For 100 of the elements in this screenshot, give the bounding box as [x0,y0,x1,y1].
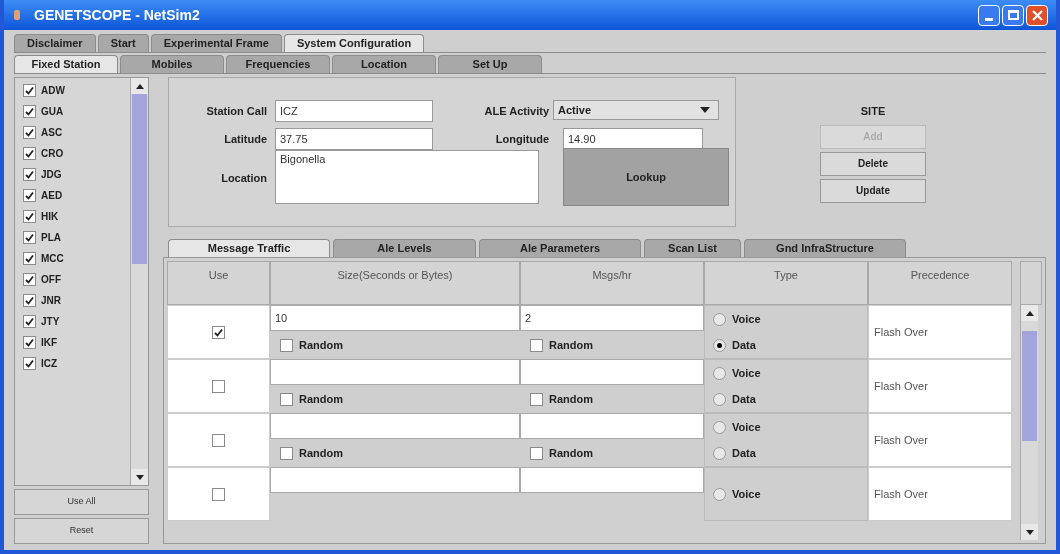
value-field[interactable] [520,413,704,439]
checkbox[interactable] [212,433,225,447]
checkbox[interactable] [23,210,36,223]
radio-button[interactable] [713,487,726,501]
scrollbar[interactable] [1020,305,1038,540]
radio-button[interactable] [713,392,726,406]
close-button[interactable] [1026,4,1048,26]
station-label: JDG [41,168,62,182]
radio-button[interactable] [713,446,726,460]
checkbox[interactable] [23,294,36,307]
field-label: Longitude [494,131,549,147]
tab[interactable]: Ale Parameters [479,239,641,257]
value-field[interactable] [270,413,520,439]
scroll-down-icon[interactable] [131,469,148,485]
checkbox[interactable] [23,231,36,244]
station-label: JNR [41,294,61,308]
tab[interactable]: Fixed Station [14,55,118,73]
caret-icon [700,107,710,113]
column-header: Use [167,261,270,305]
checkbox[interactable] [23,147,36,160]
checkbox[interactable] [23,168,36,181]
ale-activity-dropdown[interactable]: Active [553,100,719,120]
station-label: PLA [41,231,61,245]
checkbox[interactable] [280,392,293,406]
precedence-text: Flash Over [874,324,928,340]
checkbox[interactable] [23,105,36,118]
location-field[interactable]: Bigonella [275,150,539,204]
precedence-text: Flash Over [874,486,928,502]
radio-label: Voice [732,365,761,381]
checkbox[interactable] [23,126,36,139]
scroll-up-icon[interactable] [1021,305,1038,321]
radio-button[interactable] [713,338,726,352]
station-label: ADW [41,84,65,98]
value-field[interactable]: 2 [520,305,704,331]
value-field[interactable] [270,467,520,493]
tab[interactable]: Set Up [438,55,542,73]
random-label: Random [549,445,593,461]
radio-button[interactable] [713,366,726,380]
lookup-button[interactable]: Lookup [563,148,729,206]
value-field[interactable] [520,467,704,493]
field-label: ALE Activity [483,103,549,119]
scrollbar[interactable] [130,78,148,485]
radio-label: Voice [732,419,761,435]
checkbox[interactable] [23,273,36,286]
latitude-field[interactable]: 37.75 [275,128,433,150]
checkbox[interactable] [530,338,543,352]
checkbox[interactable] [212,325,225,339]
list-button[interactable]: Use All [14,489,149,515]
tab[interactable]: Ale Levels [333,239,476,257]
maximize-button[interactable] [1002,4,1024,26]
scroll-thumb[interactable] [132,94,147,264]
scroll-up-icon[interactable] [131,78,148,94]
tab[interactable]: System Configuration [283,34,425,52]
tab[interactable]: Scan List [644,239,741,257]
tab[interactable]: Location [332,55,436,73]
random-label: Random [299,391,343,407]
checkbox[interactable] [23,252,36,265]
checkbox[interactable] [530,446,543,460]
checkbox[interactable] [530,392,543,406]
station-label: CRO [41,147,64,161]
tab[interactable]: Start [97,34,149,52]
window-title: GENETSCOPE - NetSim2 [34,5,200,25]
tab[interactable]: Mobiles [120,55,224,73]
tab[interactable]: Message Traffic [168,239,330,257]
checkbox[interactable] [23,315,36,328]
scroll-down-icon[interactable] [1021,524,1038,540]
column-header: Type [704,261,868,305]
minimize-button[interactable] [978,4,1000,26]
station-label: ICZ [41,357,58,371]
radio-label: Data [732,337,756,353]
checkbox[interactable] [23,189,36,202]
longitude-field[interactable]: 14.90 [563,128,703,150]
list-button[interactable]: Reset [14,518,149,544]
column-header: Size(Seconds or Bytes) [270,261,520,305]
tab[interactable]: Experimental Frame [150,34,282,52]
checkbox[interactable] [212,379,225,393]
station-call-field[interactable]: ICZ [275,100,433,122]
checkbox[interactable] [23,336,36,349]
random-label: Random [299,445,343,461]
scroll-thumb[interactable] [1022,331,1037,441]
radio-label: Voice [732,486,761,502]
checkbox[interactable] [23,84,36,97]
tab[interactable]: Disclaimer [14,34,96,52]
checkbox[interactable] [280,446,293,460]
field-label: Location [220,170,268,186]
close-icon [1031,9,1043,21]
checkbox[interactable] [212,487,225,501]
column-header: Msgs/hr [520,261,704,305]
tab[interactable]: Frequencies [226,55,330,73]
checkbox[interactable] [23,357,36,370]
value-field[interactable]: 10 [270,305,520,331]
site-button[interactable]: Delete [820,151,926,176]
site-button[interactable]: Update [820,178,926,203]
station-label: HIK [41,210,59,224]
value-field[interactable] [520,359,704,385]
radio-button[interactable] [713,312,726,326]
radio-button[interactable] [713,420,726,434]
checkbox[interactable] [280,338,293,352]
value-field[interactable] [270,359,520,385]
tab[interactable]: Gnd InfraStructure [744,239,906,257]
